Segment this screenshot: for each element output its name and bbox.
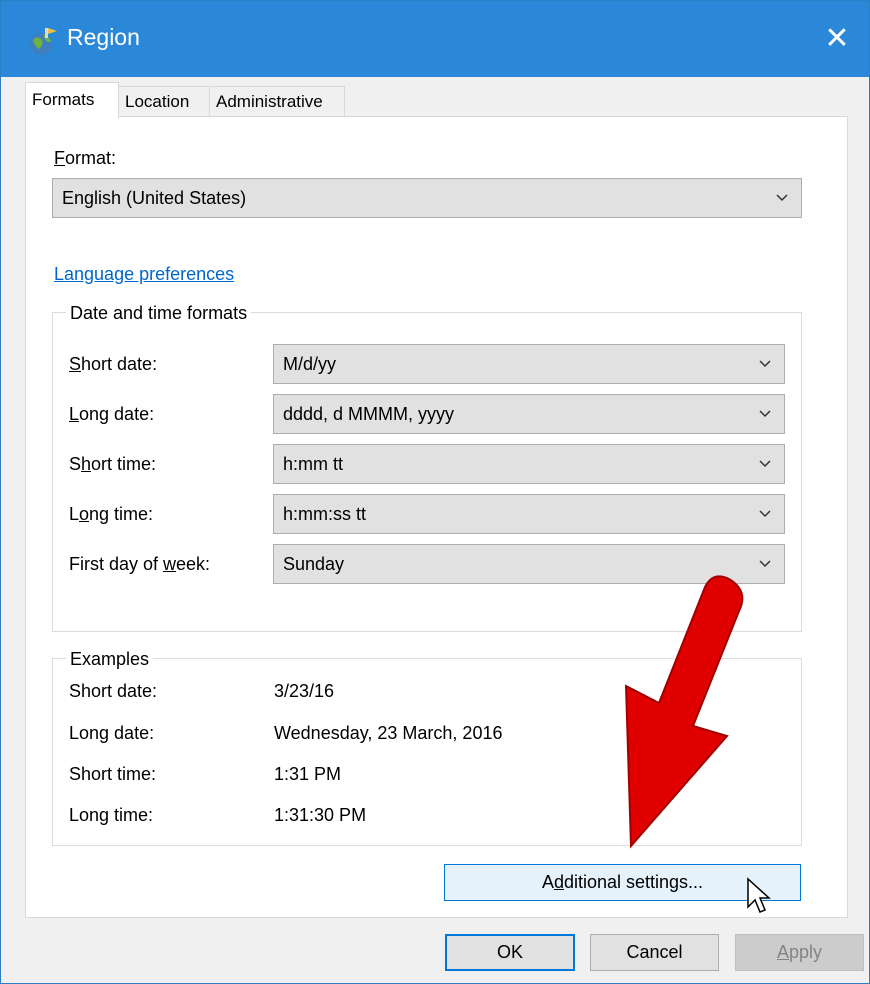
example-short-time-value: 1:31 PM <box>274 764 342 784</box>
tab-administrative[interactable]: Administrative <box>209 86 345 117</box>
chevron-down-icon <box>759 360 771 368</box>
example-long-date-label: Long date: <box>69 723 155 743</box>
short-time-value: h:mm tt <box>283 454 344 474</box>
long-time-combobox[interactable]: h:mm:ss tt <box>273 494 785 534</box>
cancel-button[interactable]: Cancel <box>590 934 719 971</box>
short-date-label: Short date: <box>69 354 158 374</box>
long-time-label: Long time: <box>69 504 154 524</box>
long-time-value: h:mm:ss tt <box>283 504 367 524</box>
examples-title: Examples <box>66 649 154 670</box>
example-short-date-label: Short date: <box>69 681 158 701</box>
short-date-combobox[interactable]: M/d/yy <box>273 344 785 384</box>
first-day-of-week-label: First day of week: <box>69 554 211 574</box>
date-time-formats-title: Date and time formats <box>66 303 252 324</box>
close-icon: ✕ <box>824 22 850 55</box>
window-title: Region <box>67 24 140 50</box>
region-window: Region ✕ Formats Location Administrative… <box>0 0 870 984</box>
first-day-of-week-value: Sunday <box>283 554 345 574</box>
chevron-down-icon <box>776 194 788 202</box>
short-date-value: M/d/yy <box>283 354 337 374</box>
long-date-combobox[interactable]: dddd, d MMMM, yyyy <box>273 394 785 434</box>
chevron-down-icon <box>759 410 771 418</box>
format-label: Format: <box>54 148 117 168</box>
long-date-value: dddd, d MMMM, yyyy <box>283 404 455 424</box>
apply-button[interactable]: Apply <box>735 934 864 971</box>
example-long-time-value: 1:31:30 PM <box>274 805 367 825</box>
tab-administrative-label: Administrative <box>216 92 323 111</box>
tab-formats[interactable]: Formats <box>25 82 119 119</box>
example-long-date-value: Wednesday, 23 March, 2016 <box>274 723 503 743</box>
example-short-date-value: 3/23/16 <box>274 681 335 701</box>
short-time-combobox[interactable]: h:mm tt <box>273 444 785 484</box>
long-date-label: Long date: <box>69 404 155 424</box>
format-value: English (United States) <box>62 188 247 208</box>
example-long-time-label: Long time: <box>69 805 154 825</box>
red-arrow-icon <box>624 575 744 849</box>
format-combobox[interactable]: English (United States) <box>52 178 802 218</box>
region-globe-icon <box>30 28 57 55</box>
short-time-label: Short time: <box>69 454 157 474</box>
title-bar[interactable]: Region ✕ <box>1 1 869 77</box>
language-preferences-link[interactable]: Language preferences <box>54 264 234 285</box>
tab-formats-label: Formats <box>32 90 95 109</box>
tab-location-label: Location <box>125 92 190 111</box>
example-short-time-label: Short time: <box>69 764 157 784</box>
mouse-pointer-icon <box>747 877 771 913</box>
tab-location[interactable]: Location <box>118 86 212 117</box>
chevron-down-icon <box>759 510 771 518</box>
chevron-down-icon <box>759 460 771 468</box>
close-button[interactable]: ✕ <box>805 1 869 77</box>
ok-button[interactable]: OK <box>445 934 575 971</box>
